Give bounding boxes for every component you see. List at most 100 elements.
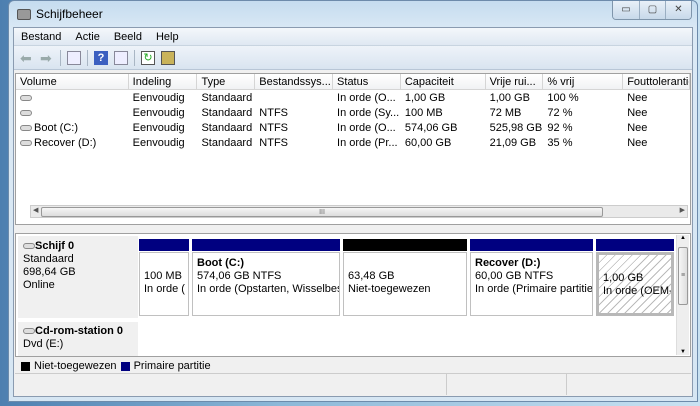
toolbar-separator: [134, 49, 135, 66]
partition-info: 1,00 GB In orde (OEM-: [596, 252, 674, 316]
table-cell: 1,00 GB: [404, 91, 446, 104]
legend-unallocated: Niet-toegewezen: [34, 360, 117, 372]
column-header[interactable]: % vrij: [543, 73, 624, 90]
partition-size: 100 MB: [144, 270, 182, 282]
column-header[interactable]: Capaciteit: [401, 73, 486, 90]
partition-info: Boot (C:) 574,06 GB NTFS In orde (Opstarte…: [192, 252, 340, 316]
table-cell: Nee: [627, 106, 648, 119]
column-header[interactable]: Fouttolerantie: [623, 73, 690, 90]
volume-icon: [20, 109, 32, 116]
table-cell: NTFS: [259, 136, 289, 149]
table-cell: Standaard: [201, 136, 253, 149]
column-header[interactable]: Volume: [16, 73, 129, 90]
disk-icon: [23, 243, 35, 249]
menu-help[interactable]: Help: [149, 28, 186, 45]
table-cell: 92 %: [547, 121, 573, 134]
partition-info: Recover (D:) 60,00 GB NTFS In orde (Primai…: [470, 252, 593, 316]
help-icon[interactable]: ?: [94, 50, 108, 65]
scroll-right-icon[interactable]: ▶: [680, 206, 685, 214]
column-header[interactable]: Status: [333, 73, 401, 90]
table-cell: Recover (D:): [16, 137, 129, 149]
column-header[interactable]: Indeling: [129, 73, 198, 90]
table-cell: In orde (Sy...: [337, 106, 400, 119]
disk-type: Standaard: [23, 253, 74, 265]
cdrom-icon: [23, 328, 35, 334]
table-cell: In orde (Pr...: [337, 136, 398, 149]
table-row[interactable]: Eenvoudig Standaard NTFS In orde (Sy... 100 …: [16, 105, 690, 120]
table-cell: In orde (O...: [337, 91, 396, 104]
horizontal-scrollbar[interactable]: ◀ III ▶: [30, 205, 688, 218]
table-row[interactable]: Boot (C:) Eenvoudig Standaard NTFS In orde (…: [16, 120, 690, 135]
scroll-thumb[interactable]: ≡: [678, 247, 688, 305]
scroll-down-icon[interactable]: ▼: [680, 349, 686, 355]
menu-actie[interactable]: Actie: [68, 28, 106, 45]
table-cell: Standaard: [201, 91, 253, 104]
toolbar-separator: [60, 49, 61, 66]
legend-primary: Primaire partitie: [133, 360, 211, 372]
disk-management-icon: [17, 8, 31, 20]
table-cell: [16, 94, 129, 101]
status-pane: [15, 374, 447, 395]
minimize-button[interactable]: ▭: [613, 1, 639, 19]
table-cell: Nee: [627, 121, 648, 134]
partition-title: Boot (C:): [197, 257, 245, 269]
partition-block[interactable]: 100 MB In orde (: [139, 239, 189, 316]
partition-info: 100 MB In orde (: [139, 252, 189, 316]
console-tree-icon[interactable]: [67, 50, 81, 65]
partition-color-bar: [596, 239, 674, 251]
table-cell: 100 MB: [404, 106, 443, 119]
table-cell: Nee: [627, 91, 648, 104]
partition-status: In orde (Primaire partitie: [475, 283, 593, 295]
back-icon[interactable]: ⬅: [20, 51, 34, 65]
properties-icon[interactable]: [161, 50, 175, 65]
maximize-button[interactable]: ▢: [639, 1, 665, 19]
scroll-thumb[interactable]: III: [41, 207, 603, 217]
partition-status: In orde (Opstarten, Wisselbest: [197, 283, 340, 295]
table-cell: 21,09 GB: [489, 136, 537, 149]
partition-size: 60,00 GB NTFS: [475, 270, 554, 282]
vertical-scrollbar[interactable]: ▲ ≡ ▼: [676, 235, 689, 355]
menu-beeld[interactable]: Beeld: [107, 28, 149, 45]
scroll-up-icon[interactable]: ▲: [680, 235, 686, 241]
disk0-label[interactable]: Schijf 0 Standaard 698,64 GB Online: [18, 236, 138, 318]
table-cell: Standaard: [201, 106, 253, 119]
partition-block[interactable]: Boot (C:) 574,06 GB NTFS In orde (Opstarte…: [192, 239, 340, 316]
refresh-icon[interactable]: ↻: [141, 50, 155, 65]
table-row[interactable]: Recover (D:) Eenvoudig Standaard NTFS In ord…: [16, 135, 690, 150]
partition-size: 574,06 GB NTFS: [197, 270, 282, 282]
partition-size: 63,48 GB: [348, 270, 395, 282]
partition-color-bar: [470, 239, 593, 251]
column-header[interactable]: Type: [197, 73, 256, 90]
partition-block[interactable]: 63,48 GB Niet-toegewezen: [343, 239, 467, 316]
table-cell: 35 %: [547, 136, 573, 149]
table-row[interactable]: Eenvoudig Standaard In orde (O... 1,00 GB 1,…: [16, 90, 690, 105]
disk-graphical-view: Schijf 0 Standaard 698,64 GB Online 100 …: [15, 233, 691, 357]
table-cell: 525,98 GB: [489, 121, 543, 134]
table-cell: NTFS: [259, 121, 289, 134]
window-controls: ▭ ▢ ✕: [612, 1, 692, 20]
volume-list: Volume Indeling Type Bestandssys... Stat…: [15, 73, 691, 225]
partition-color-bar: [343, 239, 467, 251]
menu-bestand[interactable]: Bestand: [14, 28, 68, 45]
cdrom-label[interactable]: Cd-rom-station 0 Dvd (E:): [18, 322, 138, 356]
column-header[interactable]: Vrije rui...: [486, 73, 544, 90]
client-area: Bestand Actie Beeld Help ⬅ ➡ ? ↻ Volume …: [13, 27, 693, 397]
scroll-left-icon[interactable]: ◀: [33, 206, 38, 214]
table-cell: Eenvoudig: [132, 136, 185, 149]
toolbar-separator: [87, 49, 88, 66]
partition-status: In orde (OEM-: [603, 285, 673, 297]
partition-block[interactable]: 1,00 GB In orde (OEM-: [596, 239, 674, 316]
disk-state: Online: [23, 279, 55, 291]
table-cell: Eenvoudig: [132, 91, 185, 104]
table-cell: 60,00 GB: [404, 136, 452, 149]
legend: Niet-toegewezen Primaire partitie: [15, 358, 211, 374]
close-button[interactable]: ✕: [665, 1, 691, 19]
column-header[interactable]: Bestandssys...: [255, 73, 334, 90]
partition-info: 63,48 GB Niet-toegewezen: [343, 252, 467, 316]
partition-block[interactable]: Recover (D:) 60,00 GB NTFS In orde (Primai…: [470, 239, 593, 316]
action-pane-icon[interactable]: [114, 50, 128, 65]
table-cell: Boot (C:): [16, 122, 129, 134]
disk-name: Schijf 0: [35, 240, 75, 252]
forward-icon[interactable]: ➡: [40, 51, 54, 65]
table-cell: In orde (O...: [337, 121, 396, 134]
